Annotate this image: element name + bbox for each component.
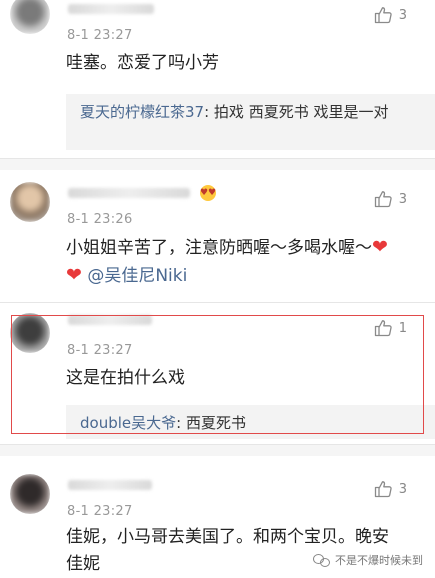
like-count: 3 — [398, 7, 407, 23]
like-count: 3 — [398, 481, 407, 497]
comment-text: 小姐姐辛苦了，注意防晒喔～多喝水喔～❤ ❤ @吴佳尼Niki — [66, 234, 431, 290]
heart-icon: ❤ — [372, 236, 388, 258]
mention-link[interactable]: @吴佳尼Niki — [87, 266, 187, 286]
avatar[interactable] — [10, 474, 50, 514]
reply-text: 拍戏 西夏死书 戏里是一对 — [213, 103, 389, 121]
thumbs-up-icon — [374, 191, 392, 208]
like-button[interactable]: 3 — [374, 190, 407, 208]
like-button[interactable]: 3 — [374, 480, 407, 498]
like-count: 1 — [398, 320, 407, 336]
like-button[interactable]: 3 — [374, 6, 407, 24]
comment-text: 这是在拍什么戏 — [66, 368, 185, 388]
comment-time: 8-1 23:27 — [67, 28, 133, 43]
like-button[interactable]: 1 — [374, 319, 407, 337]
avatar[interactable] — [10, 313, 50, 353]
comment-time: 8-1 23:27 — [67, 504, 133, 519]
reply-box[interactable]: double吴大爷: 西夏死书 — [66, 405, 435, 439]
comment-text: 哇塞。恋爱了吗小芳 — [66, 53, 219, 73]
comment-text-body: 小姐姐辛苦了，注意防晒喔～多喝水喔～ — [66, 238, 372, 258]
like-count: 3 — [398, 191, 407, 207]
username-blurred — [68, 4, 154, 14]
comment-item: 8-1 23:27 1 这是在拍什么戏 double吴大爷: 西夏死书 — [0, 303, 435, 444]
comment-text-line2: 佳妮 — [66, 554, 100, 574]
reply-separator: : — [176, 414, 186, 432]
thumbs-up-icon — [374, 481, 392, 498]
username-blurred — [68, 480, 152, 490]
wechat-logo-icon — [313, 554, 330, 567]
reply-box[interactable]: 夏天的柠檬红茶37: 拍戏 西夏死书 戏里是一对 — [66, 94, 435, 150]
thumbs-up-icon — [374, 320, 392, 337]
comment-time: 8-1 23:27 — [67, 343, 133, 358]
reply-author[interactable]: 夏天的柠檬红茶37 — [80, 103, 204, 121]
divider — [0, 158, 435, 159]
comment-item: 8-1 23:27 3 哇塞。恋爱了吗小芳 夏天的柠檬红茶37: 拍戏 西夏死书… — [0, 0, 435, 158]
comment-item: ♥♥ 8-1 23:26 3 小姐姐辛苦了，注意防晒喔～多喝水喔～❤ ❤ @吴佳… — [0, 170, 435, 302]
reply-separator: : — [204, 103, 214, 121]
heart-icon: ❤ — [66, 264, 82, 286]
avatar[interactable] — [10, 0, 50, 34]
emoji-badge-icon: ♥♥ — [200, 185, 216, 201]
divider — [0, 444, 435, 445]
reply-author[interactable]: double吴大爷 — [80, 414, 176, 432]
avatar[interactable] — [10, 182, 50, 222]
username-blurred — [68, 315, 152, 325]
comment-time: 8-1 23:26 — [67, 212, 133, 227]
watermark: 不是不爆时候未到 — [309, 550, 427, 570]
comment-text-line1: 佳妮，小马哥去美国了。和两个宝贝。晚安 — [66, 527, 389, 547]
reply-text: 西夏死书 — [185, 414, 246, 432]
thumbs-up-icon — [374, 7, 392, 24]
watermark-text: 不是不爆时候未到 — [335, 554, 423, 567]
username-blurred — [68, 188, 190, 198]
